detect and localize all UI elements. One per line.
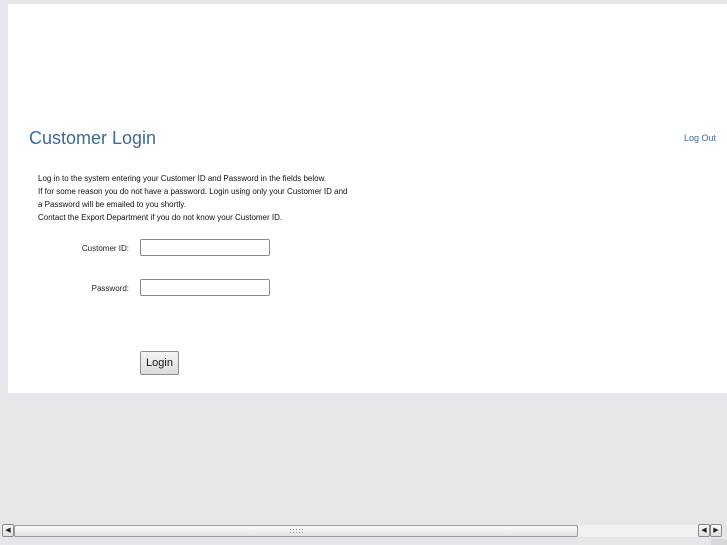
grip-icon bbox=[289, 528, 305, 534]
instruction-line: If for some reason you do not have a pas… bbox=[38, 187, 348, 196]
instructions-text: Log in to the system entering your Custo… bbox=[38, 172, 348, 224]
password-input[interactable] bbox=[140, 279, 270, 296]
logout-link[interactable]: Log Out bbox=[684, 133, 716, 143]
scrollbar-corner bbox=[711, 539, 727, 545]
scroll-left-icon[interactable]: ◀ bbox=[698, 524, 710, 537]
instruction-line: Log in to the system entering your Custo… bbox=[38, 174, 327, 183]
login-button[interactable]: Login bbox=[140, 351, 179, 375]
customer-id-label: Customer ID: bbox=[81, 244, 129, 253]
instruction-line: Contact the Export Department if you do … bbox=[38, 213, 283, 222]
page-title: Customer Login bbox=[29, 128, 157, 148]
scrollbar-thumb[interactable] bbox=[14, 525, 578, 537]
scroll-left-icon[interactable]: ◀ bbox=[2, 524, 14, 537]
horizontal-scrollbar[interactable]: ◀ ◀ ▶ bbox=[0, 523, 727, 539]
page-content: Customer Login Log Out Log in to the sys… bbox=[8, 4, 727, 393]
password-label: Password: bbox=[91, 284, 129, 293]
scrollbar-track[interactable] bbox=[578, 525, 698, 537]
customer-id-input[interactable] bbox=[140, 239, 270, 256]
scroll-right-icon[interactable]: ▶ bbox=[710, 524, 722, 537]
instruction-line: a Password will be emailed to you shortl… bbox=[38, 200, 186, 209]
